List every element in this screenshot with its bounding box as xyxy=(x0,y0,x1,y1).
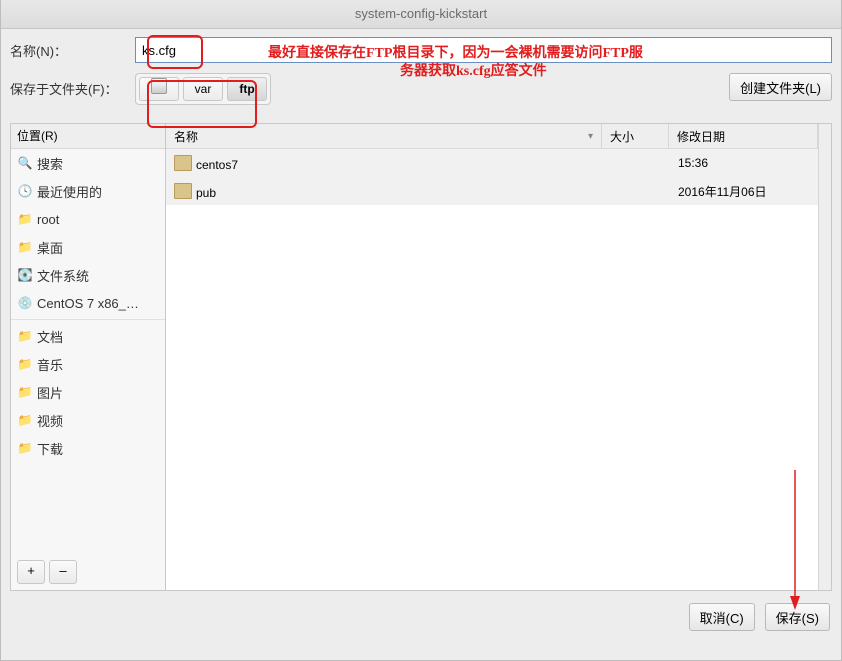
save-dialog: system-config-kickstart 名称(N)： 保存于文件夹(F)… xyxy=(0,0,842,661)
